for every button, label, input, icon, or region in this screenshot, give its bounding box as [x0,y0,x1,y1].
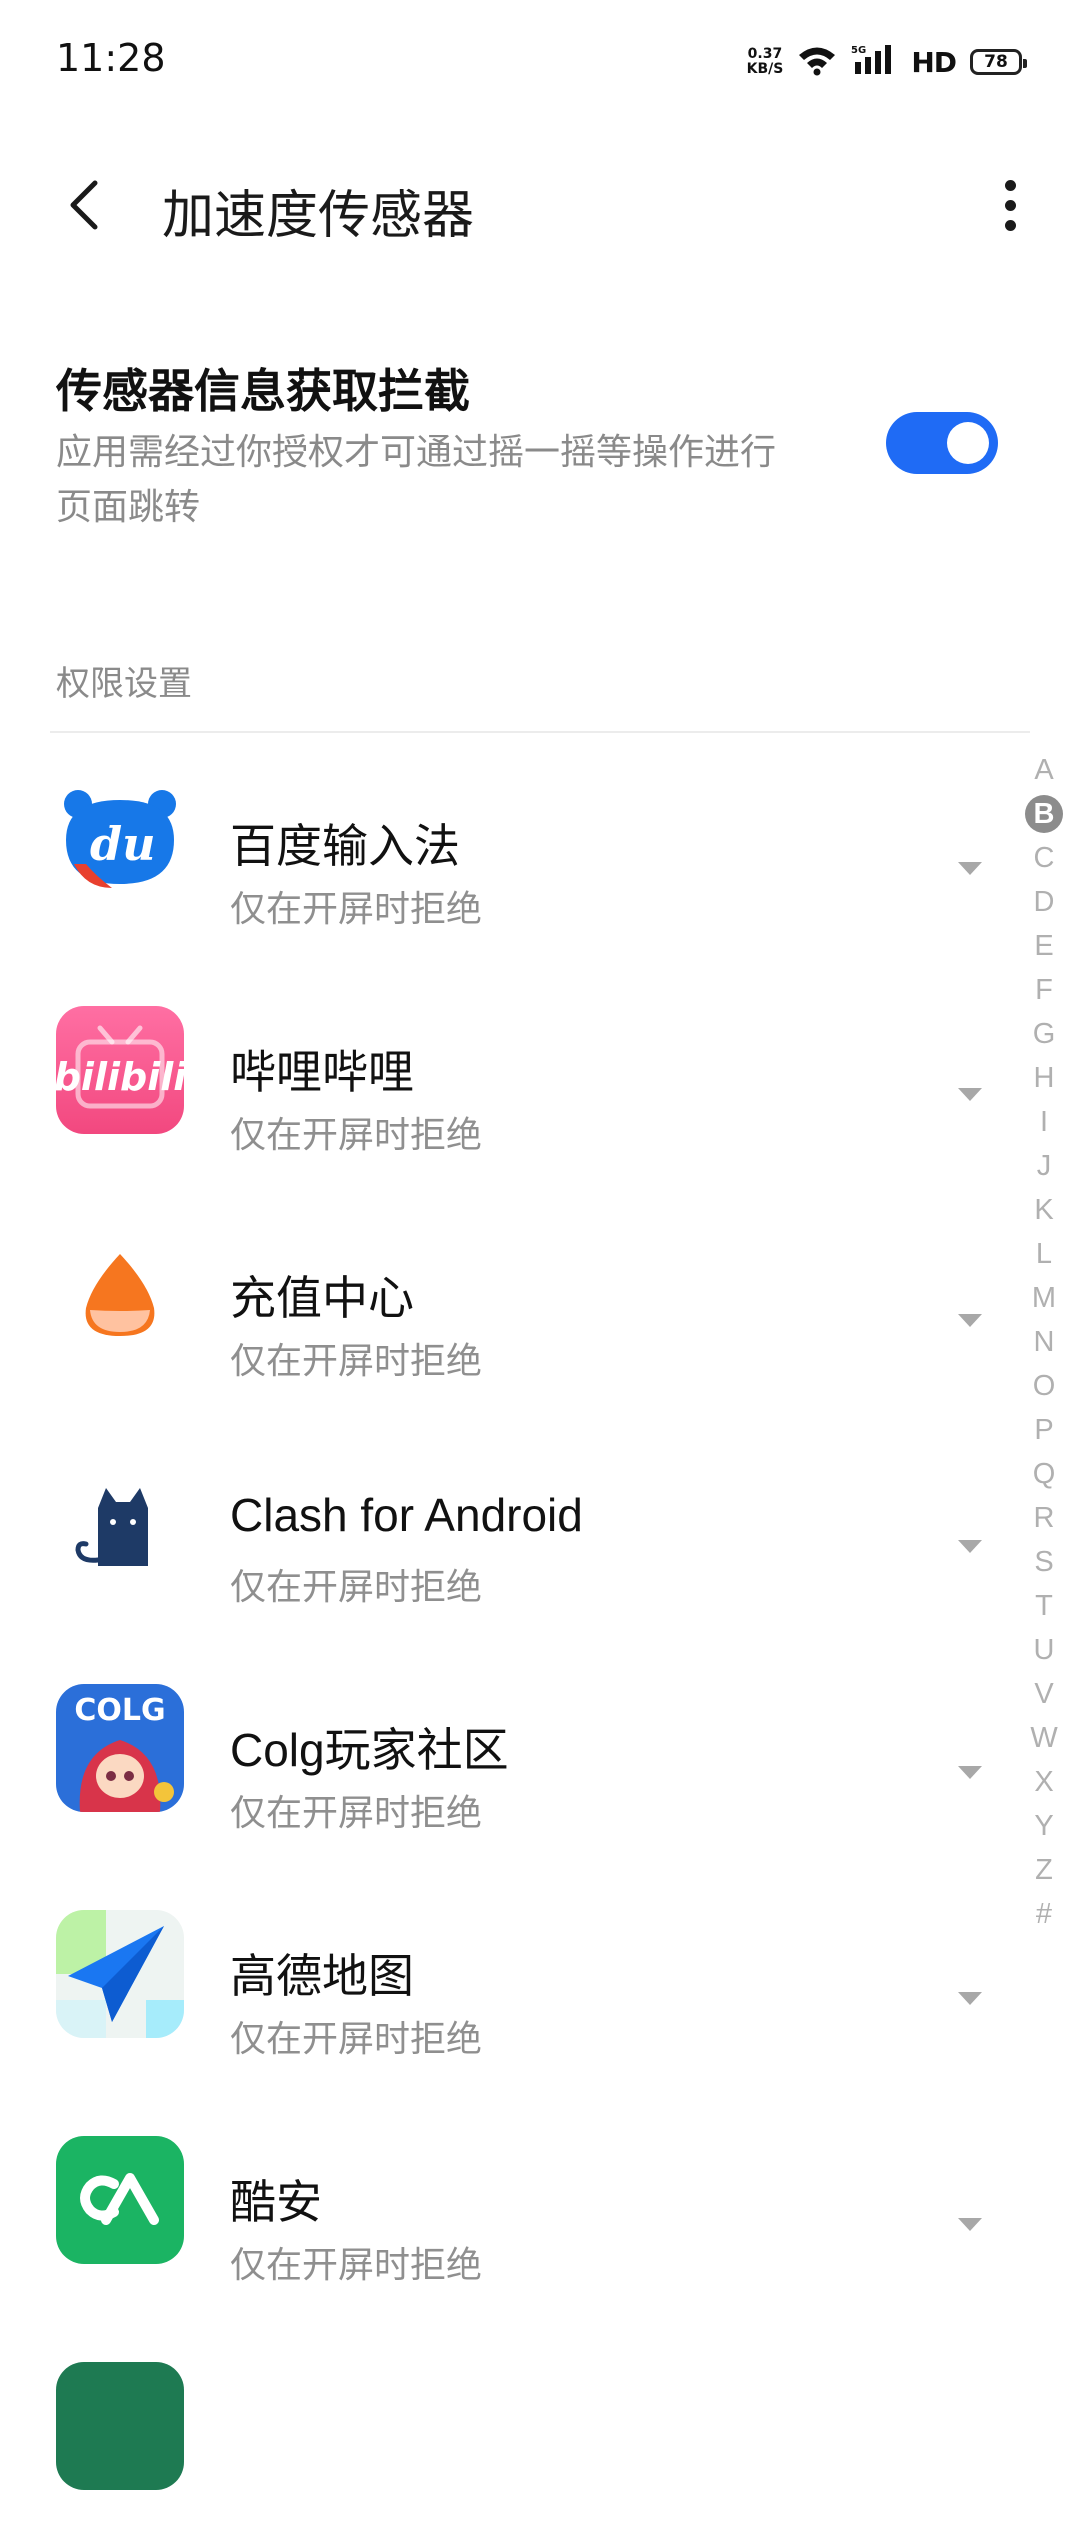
list-item-amap[interactable]: 高德地图 仅在开屏时拒绝 [0,1870,1010,2096]
alphabet-index-letter[interactable]: W [1024,1716,1064,1760]
alphabet-index-letter[interactable]: N [1024,1320,1064,1364]
clash-cat-icon [56,1458,184,1586]
alphabet-index-letter[interactable]: X [1024,1760,1064,1804]
status-bar: 11:28 0.37 KB/S 5G HD 78 [0,0,1080,120]
coolapk-icon [56,2136,184,2264]
bilibili-icon: bilibili [56,1006,184,1134]
alphabet-index-letter[interactable]: E [1024,924,1064,968]
dropdown-arrow-icon[interactable] [958,1766,982,1779]
dropdown-arrow-icon[interactable] [958,2218,982,2231]
alphabet-index-letter[interactable]: M [1024,1276,1064,1320]
alphabet-index-letter[interactable]: I [1024,1100,1064,1144]
wifi-icon [797,44,837,80]
net-speed-value: 0.37 [747,46,783,62]
battery-level: 78 [984,52,1008,72]
list-item-coolapk[interactable]: 酷安 仅在开屏时拒绝 [0,2096,1010,2322]
app-icon [56,2362,184,2490]
alphabet-index-letter[interactable]: C [1024,836,1064,880]
baidu-input-icon: du [56,780,184,908]
status-icons: 0.37 KB/S 5G HD 78 [747,42,1027,82]
dropdown-arrow-icon[interactable] [958,1540,982,1553]
alphabet-index-letter[interactable]: V [1024,1672,1064,1716]
alphabet-index-letter[interactable]: Q [1024,1452,1064,1496]
app-name: Colg玩家社区 [230,1724,509,1776]
app-name: 充值中心 [230,1272,414,1324]
app-name: 高德地图 [230,1950,414,2002]
list-item-colg[interactable]: COLG Colg玩家社区 仅在开屏时拒绝 [0,1644,1010,1870]
alphabet-index-letter[interactable]: L [1024,1232,1064,1276]
alphabet-index[interactable]: A B C D E F G H I J K L M N O P Q R S T U V W X Y Z # [1022,748,1066,1936]
battery-icon: 78 [970,49,1027,75]
more-options-button[interactable] [980,170,1040,240]
recharge-center-icon [56,1232,184,1360]
alphabet-index-letter[interactable]: D [1024,880,1064,924]
back-button[interactable] [50,170,120,240]
cellular-signal-icon: 5G [851,44,897,80]
alphabet-index-letter[interactable]: H [1024,1056,1064,1100]
list-item-bilibili[interactable]: bilibili 哔哩哔哩 仅在开屏时拒绝 [0,966,1010,1192]
alphabet-index-letter[interactable]: Z [1024,1848,1064,1892]
list-item-baidu-input[interactable]: du 百度输入法 仅在开屏时拒绝 [0,740,1010,966]
app-permission-status: 仅在开屏时拒绝 [230,1341,483,1382]
app-name: Clash for Android [230,1489,583,1541]
sensor-intercept-toggle[interactable] [886,412,998,474]
alphabet-index-letter[interactable]: T [1024,1584,1064,1628]
divider [50,731,1030,733]
dropdown-arrow-icon[interactable] [958,862,982,875]
alphabet-index-letter[interactable]: J [1024,1144,1064,1188]
app-name: 哔哩哔哩 [230,1046,414,1098]
status-time: 11:28 [56,36,166,80]
app-permission-status: 仅在开屏时拒绝 [230,1793,483,1834]
app-name: 酷安 [230,2176,322,2228]
app-permission-status: 仅在开屏时拒绝 [230,1115,483,1156]
app-name: 百度输入法 [230,820,460,872]
section-label-permissions: 权限设置 [56,664,192,704]
amap-icon [56,1910,184,2038]
page-title: 加速度传感器 [162,186,475,246]
dropdown-arrow-icon[interactable] [958,1088,982,1101]
app-permission-status: 仅在开屏时拒绝 [230,1567,483,1608]
colg-icon: COLG [56,1684,184,1812]
alphabet-index-letter[interactable]: U [1024,1628,1064,1672]
list-item-clash-for-android[interactable]: Clash for Android 仅在开屏时拒绝 [0,1418,1010,1644]
app-permission-status: 仅在开屏时拒绝 [230,2019,483,2060]
app-bar: 加速度传感器 [0,140,1080,270]
dropdown-arrow-icon[interactable] [958,1992,982,2005]
alphabet-index-letter[interactable]: K [1024,1188,1064,1232]
alphabet-index-letter[interactable]: F [1024,968,1064,1012]
list-item-recharge-center[interactable]: 充值中心 仅在开屏时拒绝 [0,1192,1010,1418]
alphabet-index-letter[interactable]: P [1024,1408,1064,1452]
dropdown-arrow-icon[interactable] [958,1314,982,1327]
sensor-intercept-description: 应用需经过你授权才可通过摇一摇等操作进行页面跳转 [56,432,777,528]
toggle-knob [947,422,989,464]
alphabet-index-letter[interactable]: Y [1024,1804,1064,1848]
alphabet-index-letter[interactable]: G [1024,1012,1064,1056]
alphabet-index-letter[interactable]: A [1024,748,1064,792]
alphabet-index-letter[interactable]: R [1024,1496,1064,1540]
alphabet-index-letter[interactable]: S [1024,1540,1064,1584]
sensor-intercept-title: 传感器信息获取拦截 [56,364,470,418]
svg-text:bilibili: bilibili [56,1055,184,1099]
svg-text:5G: 5G [851,45,866,56]
alphabet-index-letter[interactable]: B [1025,795,1063,833]
app-permission-status: 仅在开屏时拒绝 [230,2245,483,2286]
net-speed-unit: KB/S [746,61,784,77]
svg-text:du: du [90,817,156,871]
sensor-intercept-setting: 传感器信息获取拦截 应用需经过你授权才可通过摇一摇等操作进行页面跳转 [56,350,1036,540]
app-permission-status: 仅在开屏时拒绝 [230,889,483,930]
list-item-partial[interactable] [0,2322,1010,2548]
chevron-left-icon [70,180,98,230]
more-dot-icon [1004,199,1016,211]
network-speed: 0.37 KB/S [747,47,784,77]
svg-text:COLG: COLG [74,1693,165,1728]
hd-indicator: HD [911,45,957,79]
more-dot-icon [1004,179,1016,191]
more-dot-icon [1004,219,1016,231]
alphabet-index-letter[interactable]: O [1024,1364,1064,1408]
alphabet-index-letter[interactable]: # [1024,1892,1064,1936]
